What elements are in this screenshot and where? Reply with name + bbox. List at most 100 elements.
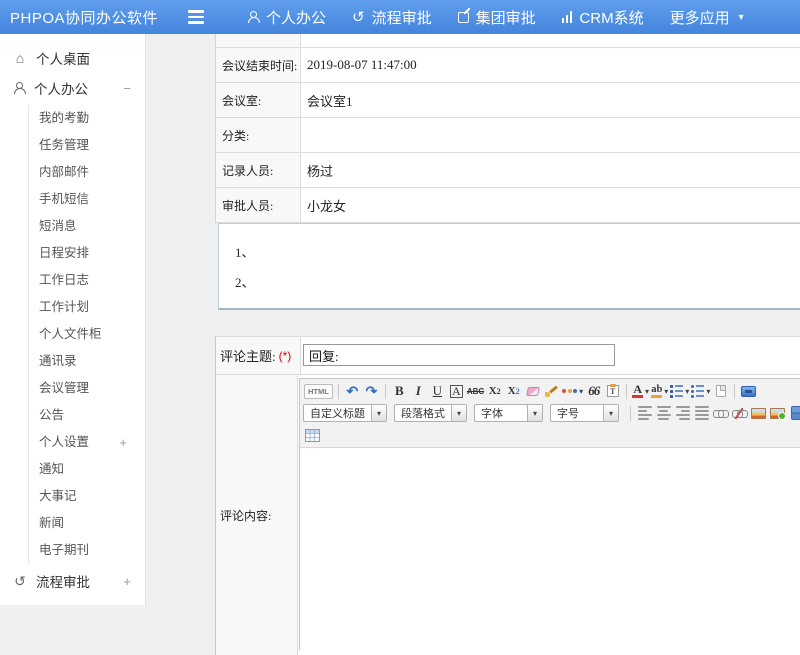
chevron-down-icon: ▾ <box>685 387 689 396</box>
field-label: 记录人员: <box>216 153 301 187</box>
upload-image-button[interactable] <box>769 404 786 422</box>
bullet-list-icon <box>691 385 704 398</box>
format-brush-button[interactable] <box>543 382 560 400</box>
image-icon <box>751 408 766 419</box>
insert-image-button[interactable] <box>750 404 767 422</box>
sidebar-item-work-log[interactable]: 工作日志 <box>29 267 145 294</box>
sidebar-item-label: 个人办公 <box>34 78 88 98</box>
expand-icon[interactable]: + <box>123 574 131 589</box>
sidebar-item-notice[interactable]: 通知 <box>29 456 145 483</box>
sidebar-item-process-approval[interactable]: ↺ 流程审批 + <box>0 566 145 596</box>
expand-icon[interactable]: + <box>119 429 127 456</box>
subject-label: 评论主题: <box>220 346 276 365</box>
paragraph-format-select[interactable]: 段落格式 ▾ <box>394 404 467 422</box>
unlink-icon <box>732 409 748 418</box>
comment-subject-input[interactable] <box>303 344 615 366</box>
sidebar-item-label: 流程审批 <box>36 571 90 591</box>
sidebar-item-desktop[interactable]: ⌂ 个人桌面 <box>0 43 145 73</box>
blockquote-button[interactable]: 66 <box>585 382 602 400</box>
field-value: 杨过 <box>301 153 800 187</box>
sidebar-item-file-cabinet[interactable]: 个人文件柜 <box>29 321 145 348</box>
sidebar-item-personal-settings[interactable]: 个人设置 + <box>29 429 145 456</box>
sidebar-item-personal-office[interactable]: 个人办公 − <box>0 73 145 103</box>
sidebar-item-meeting-mgmt[interactable]: 会议管理 <box>29 375 145 402</box>
sidebar-item-short-message[interactable]: 短消息 <box>29 213 145 240</box>
menu-toggle-icon[interactable] <box>188 10 204 23</box>
sidebar-item-work-plan[interactable]: 工作计划 <box>29 294 145 321</box>
sidebar-item-events[interactable]: 大事记 <box>29 483 145 510</box>
monitor-icon <box>741 386 756 397</box>
nav-label: 集团审批 <box>476 7 536 28</box>
bar-chart-icon <box>562 11 573 23</box>
align-center-button[interactable] <box>655 404 672 422</box>
link-icon <box>713 409 729 418</box>
sidebar-item-internal-mail[interactable]: 内部邮件 <box>29 159 145 186</box>
field-label: 评论主题: (*) <box>216 337 301 374</box>
subscript-button[interactable]: X2 <box>505 382 522 400</box>
insert-table-button[interactable] <box>304 426 321 444</box>
align-left-button[interactable] <box>636 404 653 422</box>
redo-button[interactable]: ↷ <box>363 382 380 400</box>
color-picker-button[interactable]: ▾ <box>562 382 583 400</box>
new-document-button[interactable] <box>712 382 729 400</box>
fullscreen-button[interactable] <box>740 382 757 400</box>
undo-button[interactable]: ↶ <box>344 382 361 400</box>
custom-heading-select[interactable]: 自定义标题 ▾ <box>303 404 387 422</box>
eraser-button[interactable] <box>524 382 541 400</box>
italic-button[interactable]: I <box>410 382 427 400</box>
underline-button[interactable]: U <box>429 382 446 400</box>
brush-icon <box>545 386 558 397</box>
bold-button[interactable]: B <box>391 382 408 400</box>
unordered-list-button[interactable]: ▾ <box>691 382 710 400</box>
font-size-select[interactable]: 字号 ▾ <box>550 404 619 422</box>
field-value: 会议室1 <box>301 83 800 117</box>
font-color-button[interactable]: A ▾ <box>632 382 649 400</box>
nav-group-approval[interactable]: 集团审批 <box>445 0 549 34</box>
chevron-down-icon: ▾ <box>371 405 386 421</box>
process-icon: ↺ <box>13 574 27 588</box>
nav-process-approval[interactable]: ↺ 流程审批 <box>339 0 445 34</box>
table-row-end-time: 会议结束时间: 2019-08-07 11:47:00 <box>216 48 800 83</box>
sidebar-item-e-journal[interactable]: 电子期刊 <box>29 537 145 564</box>
nav-more-apps[interactable]: 更多应用 ▾ <box>657 0 757 34</box>
remove-link-button[interactable] <box>731 404 748 422</box>
chevron-down-icon: ▾ <box>451 405 466 421</box>
align-right-button[interactable] <box>674 404 691 422</box>
font-style-button[interactable]: A <box>450 385 463 398</box>
collapse-icon[interactable]: − <box>123 81 131 96</box>
comment-form: 评论主题: (*) 评论内容: HTML ↶ ↷ B I <box>215 336 800 655</box>
sidebar-item-announcement[interactable]: 公告 <box>29 402 145 429</box>
highlight-button[interactable]: ab ▾ <box>651 382 668 400</box>
chevron-down-icon: ▾ <box>739 12 744 23</box>
strikethrough-button[interactable]: ABC <box>467 382 484 400</box>
separator <box>338 384 339 399</box>
table-row <box>216 34 800 48</box>
toolbar-row-1: HTML ↶ ↷ B I U A ABC X2 X2 <box>303 380 800 402</box>
ordered-list-button[interactable]: ▾ <box>670 382 689 400</box>
sidebar-item-sms[interactable]: 手机短信 <box>29 186 145 213</box>
nav-label: 个人办公 <box>266 7 326 28</box>
insert-link-button[interactable] <box>712 404 729 422</box>
sidebar-item-news[interactable]: 新闻 <box>29 510 145 537</box>
sidebar-item-tasks[interactable]: 任务管理 <box>29 132 145 159</box>
superscript-button[interactable]: X2 <box>486 382 503 400</box>
nav-personal-office[interactable]: 个人办公 <box>234 0 339 34</box>
insert-media-button[interactable] <box>788 404 800 422</box>
meeting-detail-table: 会议结束时间: 2019-08-07 11:47:00 会议室: 会议室1 分类… <box>215 34 800 223</box>
html-source-button[interactable]: HTML <box>304 384 333 399</box>
rich-text-editor: HTML ↶ ↷ B I U A ABC X2 X2 <box>299 378 800 650</box>
toolbar-row-2: 自定义标题 ▾ 段落格式 ▾ 字体 ▾ 字号 ▾ <box>303 402 800 424</box>
paste-template-button[interactable]: T <box>604 382 621 400</box>
editor-content-area[interactable] <box>300 448 800 653</box>
sidebar-item-label: 个人桌面 <box>36 48 90 68</box>
sidebar-item-attendance[interactable]: 我的考勤 <box>29 105 145 132</box>
font-family-select[interactable]: 字体 ▾ <box>474 404 543 422</box>
separator <box>626 384 627 399</box>
align-center-icon <box>657 406 671 421</box>
sidebar-item-contacts[interactable]: 通讯录 <box>29 348 145 375</box>
nav-crm[interactable]: CRM系统 <box>549 0 657 34</box>
chevron-down-icon: ▾ <box>706 387 710 396</box>
sidebar-item-schedule[interactable]: 日程安排 <box>29 240 145 267</box>
justify-button[interactable] <box>693 404 710 422</box>
table-icon <box>305 429 320 442</box>
